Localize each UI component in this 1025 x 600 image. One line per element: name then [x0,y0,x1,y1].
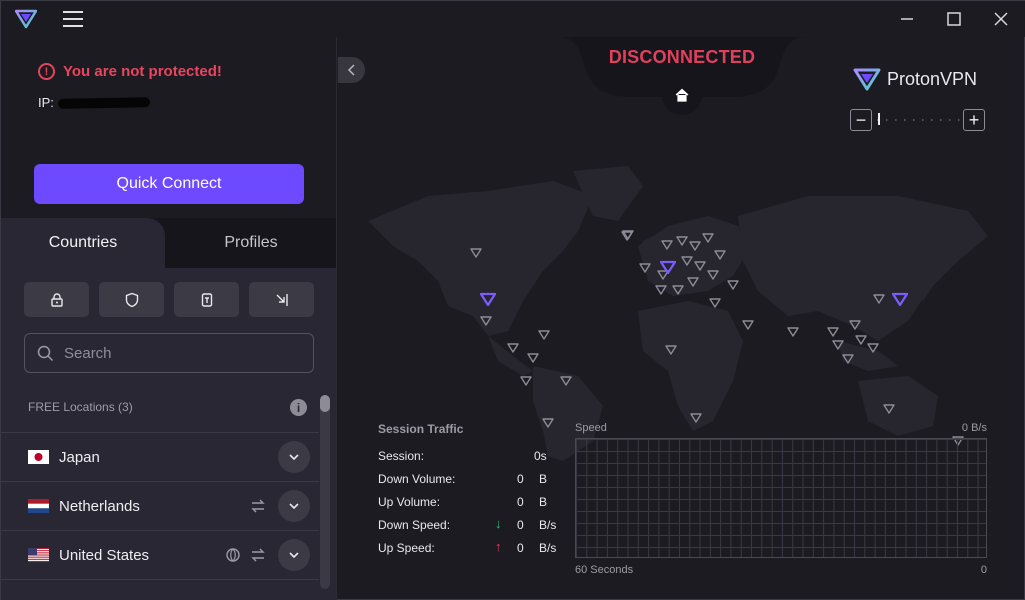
filter-secure-core-button[interactable] [24,282,89,317]
down-speed-label: Down Speed: [378,518,451,532]
session-label: Session: [378,449,425,463]
filter-tor-button[interactable] [174,282,239,317]
scrollbar[interactable] [320,395,330,589]
title-bar [1,1,1025,37]
speed-graph-title: Speed [575,422,607,434]
down-volume-label: Down Volume: [378,472,456,486]
up-speed-value: 0 [517,541,524,555]
p2p-icon [251,499,265,513]
minimize-button[interactable] [895,7,919,31]
tor-icon [201,292,212,307]
close-button[interactable] [989,7,1013,31]
down-volume-unit: B [539,472,548,486]
zoom-slider[interactable] [877,118,963,122]
flag-japan-icon [28,450,49,464]
quick-connect-button[interactable]: Quick Connect [34,164,304,204]
speed-axis-right-label: 0 [980,564,987,576]
ip-label: IP: [38,95,54,110]
expand-button[interactable] [278,441,310,473]
home-icon [675,88,689,102]
expand-button[interactable] [278,539,310,571]
flag-united-states-icon [28,548,49,562]
expand-button[interactable] [278,490,310,522]
zoom-out-button[interactable]: − [850,109,872,131]
maximize-button[interactable] [942,7,966,31]
connection-status: DISCONNECTED [608,47,756,67]
brand-name: ProtonVPN [887,68,978,89]
down-speed-value: 0 [517,518,524,532]
alert-icon: ! [38,63,55,80]
section-divider [1,579,319,600]
brand: ProtonVPN [853,67,977,91]
free-locations-header: FREE Locations (3) [28,400,133,414]
zoom-slider-thumb[interactable] [878,113,880,125]
chevron-left-icon [347,64,355,76]
arrow-down-icon: ↓ [495,516,502,531]
up-volume-value: 0 [517,495,524,509]
speed-graph-rate: 0 B/s [961,422,987,434]
session-value: 0s [534,449,547,463]
p2p-icon [251,548,265,562]
country-name: United States [59,546,150,564]
streaming-icon [226,548,240,562]
up-volume-label: Up Volume: [378,495,441,509]
info-icon[interactable]: i [290,399,307,416]
country-name: Japan [59,448,100,466]
up-volume-unit: B [539,495,548,509]
shield-icon [125,292,138,307]
p2p-icon [276,293,288,306]
ip-redacted [57,96,150,109]
collapse-sidebar-button[interactable] [338,57,365,83]
app-window: ! You are not protected! IP: Quick Conne… [0,0,1025,600]
tab-countries[interactable]: Countries [1,218,165,268]
chevron-down-icon [289,552,299,559]
tab-profiles[interactable]: Profiles [165,218,336,268]
down-volume-value: 0 [517,472,524,486]
filter-netshield-button[interactable] [99,282,164,317]
speed-graph [575,438,987,558]
down-speed-unit: B/s [539,518,557,532]
menu-icon[interactable] [63,11,83,27]
country-name: Netherlands [59,497,140,515]
search-input[interactable] [64,344,284,362]
world-map [368,166,988,461]
country-row-japan[interactable]: Japan [1,432,319,481]
ip-address: IP: [38,95,150,110]
arrow-up-icon: ↑ [495,539,502,554]
warning-text: You are not protected! [63,63,222,80]
speed-axis-left-label: 60 Seconds [575,564,634,576]
chevron-down-icon [289,503,299,510]
up-speed-label: Up Speed: [378,541,435,555]
zoom-in-button[interactable]: + [963,109,985,131]
filter-p2p-button[interactable] [249,282,314,317]
chevron-down-icon [289,454,299,461]
session-traffic-title: Session Traffic [378,422,464,436]
protonvpn-logo-icon [15,9,37,29]
search-icon [37,345,54,361]
up-speed-unit: B/s [539,541,557,555]
scrollbar-thumb[interactable] [320,395,330,412]
country-row-netherlands[interactable]: Netherlands [1,481,319,530]
protonvpn-logo-icon [853,68,881,91]
protection-warning: ! You are not protected! [38,63,222,80]
search-field[interactable] [24,333,314,373]
flag-netherlands-icon [28,499,49,513]
home-button[interactable] [662,75,702,115]
country-row-united-states[interactable]: United States [1,530,319,579]
sidebar: ! You are not protected! IP: Quick Conne… [1,37,337,600]
lock-icon [50,292,63,307]
